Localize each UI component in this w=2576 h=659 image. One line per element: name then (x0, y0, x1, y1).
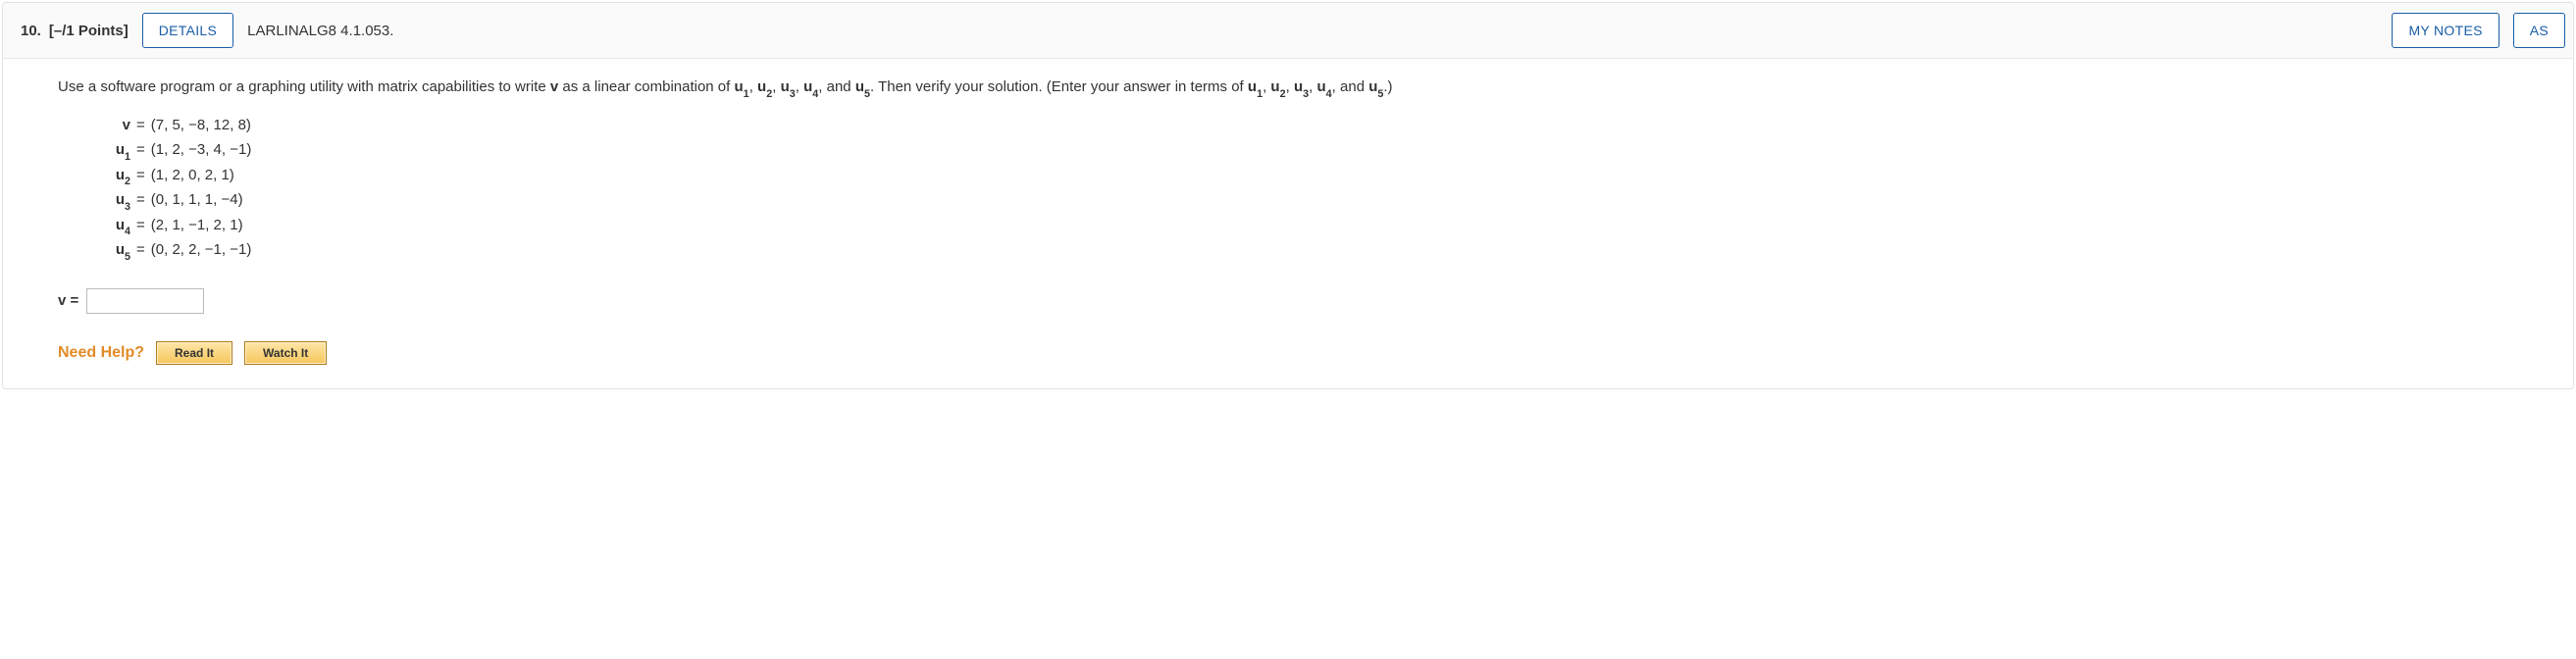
vector-row-u5: u5 = (0, 2, 2, −1, −1) (101, 237, 2518, 263)
vector-u1-symbol: u1 (1248, 78, 1262, 95)
vector-u3-symbol: u3 (781, 78, 796, 95)
question-container: 10. [–/1 Points] DETAILS LARLINALG8 4.1.… (2, 2, 2574, 389)
header-right: MY NOTES AS (2392, 13, 2555, 48)
equals-sign: = (136, 163, 145, 188)
vector-label: u5 (101, 237, 130, 263)
vector-row-u4: u4 = (2, 1, −1, 2, 1) (101, 213, 2518, 238)
details-button[interactable]: DETAILS (142, 13, 233, 48)
prompt-text: Use a software program or a graphing uti… (58, 78, 550, 95)
vector-definitions: v = (7, 5, −8, 12, 8) u1 = (1, 2, −3, 4,… (101, 113, 2518, 263)
vector-row-u2: u2 = (1, 2, 0, 2, 1) (101, 163, 2518, 188)
need-help-section: Need Help? Read It Watch It (58, 341, 2518, 365)
my-notes-button[interactable]: MY NOTES (2392, 13, 2499, 48)
question-prompt: Use a software program or a graphing uti… (58, 76, 2518, 99)
vector-value: (1, 2, 0, 2, 1) (151, 163, 234, 188)
vector-label: v (101, 113, 130, 138)
vector-label: u3 (101, 187, 130, 213)
question-body: Use a software program or a graphing uti… (3, 59, 2573, 388)
question-header: 10. [–/1 Points] DETAILS LARLINALG8 4.1.… (3, 3, 2573, 59)
answer-row: v = (58, 288, 2518, 314)
vector-u4-symbol: u4 (1316, 78, 1331, 95)
vector-row-v: v = (7, 5, −8, 12, 8) (101, 113, 2518, 138)
ask-teacher-button-cut[interactable]: AS (2513, 13, 2565, 48)
vector-u3-symbol: u3 (1294, 78, 1309, 95)
vector-u2-symbol: u2 (1270, 78, 1285, 95)
prompt-text: as a linear combination of (558, 78, 734, 95)
prompt-text: , (772, 78, 780, 95)
equals-sign: = (136, 213, 145, 238)
prompt-text: , (796, 78, 803, 95)
prompt-text: , (749, 78, 757, 95)
vector-row-u3: u3 = (0, 1, 1, 1, −4) (101, 187, 2518, 213)
need-help-label: Need Help? (58, 344, 144, 362)
vector-value: (2, 1, −1, 2, 1) (151, 213, 243, 238)
vector-u2-symbol: u2 (757, 78, 772, 95)
vector-label: u4 (101, 213, 130, 238)
vector-label: u2 (101, 163, 130, 188)
vector-value: (7, 5, −8, 12, 8) (151, 113, 251, 138)
prompt-text: .) (1383, 78, 1392, 95)
textbook-reference: LARLINALG8 4.1.053. (247, 23, 393, 39)
vector-value: (0, 1, 1, 1, −4) (151, 187, 243, 213)
vector-label: u1 (101, 137, 130, 163)
answer-input[interactable] (86, 288, 204, 314)
vector-value: (0, 2, 2, −1, −1) (151, 237, 252, 263)
vector-value: (1, 2, −3, 4, −1) (151, 137, 252, 163)
vector-u5-symbol: u5 (1368, 78, 1383, 95)
equals-sign: = (136, 137, 145, 163)
question-number: 10. (21, 23, 41, 39)
vector-v-symbol: v (550, 78, 558, 95)
equals-sign: = (136, 187, 145, 213)
vector-row-u1: u1 = (1, 2, −3, 4, −1) (101, 137, 2518, 163)
prompt-text: , and (818, 78, 855, 95)
equals-sign: = (136, 237, 145, 263)
question-points: [–/1 Points] (49, 23, 129, 39)
vector-u4-symbol: u4 (803, 78, 818, 95)
read-it-button[interactable]: Read It (156, 341, 232, 365)
prompt-text: , and (1332, 78, 1369, 95)
answer-label: v = (58, 292, 78, 309)
prompt-text: . Then verify your solution. (Enter your… (870, 78, 1248, 95)
watch-it-button[interactable]: Watch It (244, 341, 327, 365)
vector-u1-symbol: u1 (735, 78, 749, 95)
vector-u5-symbol: u5 (855, 78, 870, 95)
prompt-text: , (1286, 78, 1294, 95)
equals-sign: = (136, 113, 145, 138)
